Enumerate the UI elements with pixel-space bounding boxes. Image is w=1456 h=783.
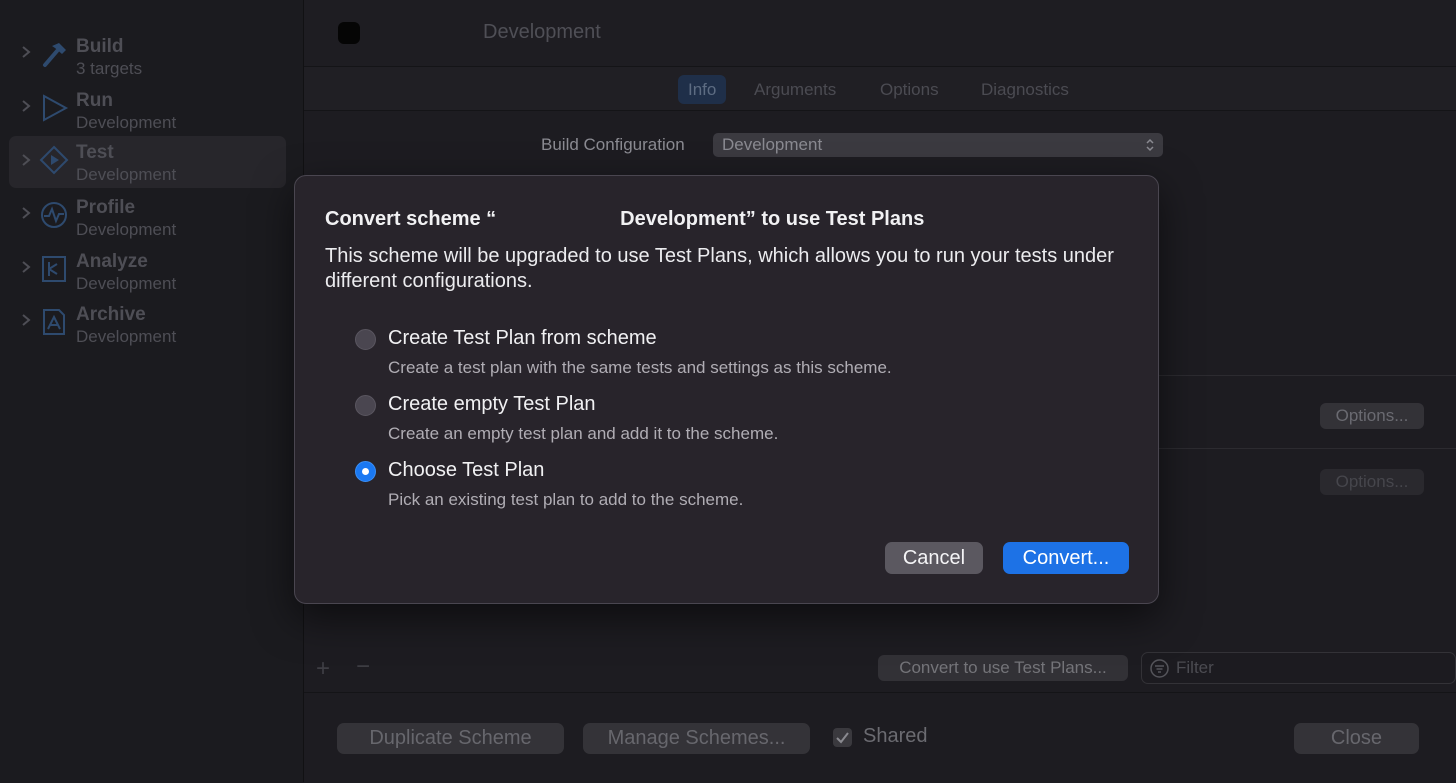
build-configuration-select[interactable]: Development bbox=[713, 133, 1163, 157]
sidebar-item-run[interactable]: Run Development bbox=[9, 89, 286, 141]
duplicate-scheme-button[interactable]: Duplicate Scheme bbox=[337, 723, 564, 754]
sidebar-item-subtitle: Development bbox=[76, 274, 177, 293]
tab-bar: Info Arguments Options Diagnostics bbox=[304, 67, 1456, 111]
sidebar-item-subtitle: 3 targets bbox=[76, 59, 143, 78]
cancel-button[interactable]: Cancel bbox=[885, 542, 983, 574]
filter-field[interactable]: Filter bbox=[1141, 652, 1456, 684]
remove-button[interactable]: − bbox=[356, 653, 370, 681]
radio-button[interactable] bbox=[355, 395, 376, 416]
chevron-right-icon[interactable] bbox=[19, 206, 33, 220]
option-label: Create empty Test Plan bbox=[388, 393, 596, 415]
instruments-icon bbox=[41, 202, 67, 228]
radio-button-selected[interactable] bbox=[355, 461, 376, 482]
scheme-app-icon bbox=[338, 22, 360, 44]
build-configuration-value: Development bbox=[722, 135, 823, 154]
chevron-right-icon[interactable] bbox=[19, 260, 33, 274]
sidebar-item-title: Run bbox=[76, 90, 113, 111]
tab-diagnostics[interactable]: Diagnostics bbox=[971, 75, 1079, 104]
chevron-right-icon[interactable] bbox=[19, 153, 33, 167]
sidebar-item-title: Analyze bbox=[76, 251, 148, 272]
scheme-name: Development bbox=[483, 21, 601, 43]
sidebar-item-subtitle: Development bbox=[76, 165, 177, 184]
checkmark-icon bbox=[836, 732, 849, 744]
analyze-icon bbox=[42, 256, 66, 282]
filter-placeholder: Filter bbox=[1176, 658, 1214, 677]
option-description: Create a test plan with the same tests a… bbox=[388, 358, 892, 377]
play-icon bbox=[43, 94, 69, 122]
sidebar-item-title: Archive bbox=[76, 304, 146, 325]
option-label: Choose Test Plan bbox=[388, 459, 545, 481]
tab-options[interactable]: Options bbox=[870, 75, 949, 104]
hammer-icon bbox=[43, 43, 66, 67]
sidebar-item-subtitle: Development bbox=[76, 327, 177, 346]
tab-arguments[interactable]: Arguments bbox=[744, 75, 846, 104]
sidebar-item-archive[interactable]: Archive Development bbox=[9, 303, 286, 355]
option-description: Create an empty test plan and add it to … bbox=[388, 424, 779, 443]
sidebar-item-subtitle: Development bbox=[76, 220, 177, 239]
convert-button[interactable]: Convert... bbox=[1003, 542, 1129, 574]
chevron-right-icon[interactable] bbox=[19, 99, 33, 113]
sidebar-item-profile[interactable]: Profile Development bbox=[9, 196, 286, 248]
radio-button[interactable] bbox=[355, 329, 376, 350]
sheet-title: Convert scheme “ Development” to use Test… bbox=[325, 208, 924, 231]
chevron-right-icon[interactable] bbox=[19, 313, 33, 327]
add-button[interactable]: + bbox=[316, 655, 330, 683]
sidebar-item-build[interactable]: Build 3 targets bbox=[9, 35, 286, 87]
archive-icon bbox=[43, 309, 65, 335]
sidebar-item-title: Test bbox=[76, 142, 114, 163]
filter-icon bbox=[1150, 659, 1169, 678]
tab-info[interactable]: Info bbox=[678, 75, 727, 104]
sheet-title-suffix: Development” to use Test Plans bbox=[620, 208, 925, 230]
divider bbox=[1159, 375, 1456, 376]
option-description: Pick an existing test plan to add to the… bbox=[388, 490, 744, 509]
scheme-footer: Duplicate Scheme Manage Schemes... Share… bbox=[304, 692, 1456, 783]
option-label: Create Test Plan from scheme bbox=[388, 327, 657, 349]
convert-scheme-sheet: Convert scheme “ Development” to use Test… bbox=[294, 175, 1159, 604]
scheme-header: Development bbox=[304, 0, 1456, 67]
sidebar-item-test[interactable]: Test Development bbox=[9, 136, 286, 188]
manage-schemes-button[interactable]: Manage Schemes... bbox=[583, 723, 810, 754]
sidebar-item-title: Build bbox=[76, 36, 124, 57]
close-button[interactable]: Close bbox=[1294, 723, 1419, 754]
sheet-description: This scheme will be upgraded to use Test… bbox=[325, 245, 1114, 292]
updown-chevron-icon bbox=[1146, 138, 1154, 152]
sheet-title-prefix: Convert scheme “ bbox=[325, 208, 497, 230]
sidebar-item-title: Profile bbox=[76, 197, 136, 218]
shared-label: Shared bbox=[863, 725, 928, 747]
divider bbox=[1159, 448, 1456, 449]
sidebar-item-analyze[interactable]: Analyze Development bbox=[9, 250, 286, 302]
convert-to-test-plans-button[interactable]: Convert to use Test Plans... bbox=[878, 655, 1128, 681]
options-button[interactable]: Options... bbox=[1320, 403, 1424, 429]
test-diamond-icon bbox=[39, 145, 69, 175]
sidebar-item-subtitle: Development bbox=[76, 113, 177, 132]
chevron-right-icon[interactable] bbox=[19, 45, 33, 59]
options-button[interactable]: Options... bbox=[1320, 469, 1424, 495]
scheme-actions-sidebar: Build 3 targets Run Development Test Dev… bbox=[0, 0, 304, 782]
build-configuration-label: Build Configuration bbox=[541, 135, 685, 154]
shared-checkbox[interactable] bbox=[833, 728, 852, 747]
